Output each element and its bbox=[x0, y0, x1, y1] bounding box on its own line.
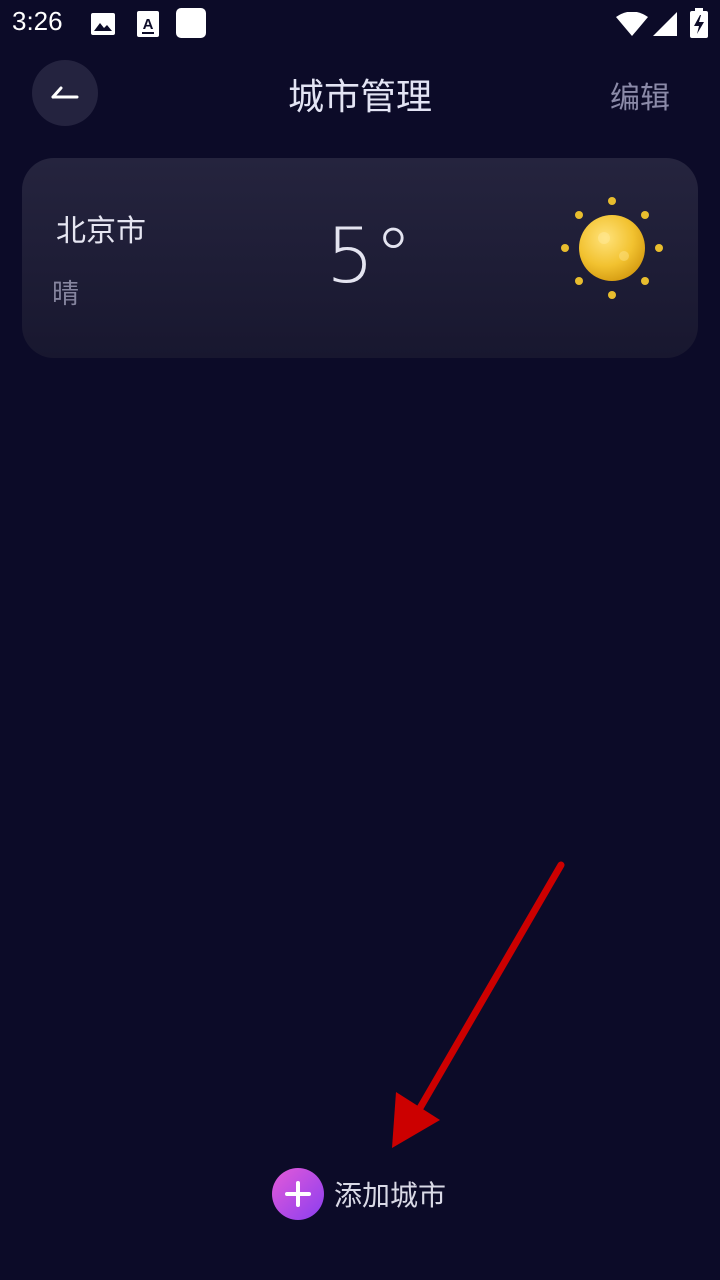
sun-icon bbox=[561, 197, 663, 299]
wifi-icon bbox=[616, 12, 648, 36]
blank-square-icon bbox=[176, 8, 206, 38]
svg-text:A: A bbox=[143, 16, 154, 33]
add-city-label: 添加城市 bbox=[334, 1179, 447, 1212]
plus-icon bbox=[272, 1168, 324, 1220]
status-bar: 3:26 A bbox=[0, 0, 720, 50]
city-management-screen: 3:26 A 城市管理 编辑 北京市 晴 5° 添加城市 bbox=[0, 0, 720, 1280]
city-name: 北京市 bbox=[56, 214, 146, 249]
image-icon bbox=[91, 13, 115, 35]
city-temperature: 5° bbox=[326, 211, 413, 300]
status-time: 3:26 bbox=[12, 6, 63, 36]
edit-button[interactable]: 编辑 bbox=[610, 73, 670, 117]
add-city-button[interactable]: 添加城市 bbox=[272, 1168, 446, 1220]
city-card-beijing[interactable]: 北京市 晴 5° bbox=[22, 158, 698, 358]
city-weather: 晴 bbox=[52, 279, 79, 310]
font-icon: A bbox=[137, 11, 159, 37]
signal-icon bbox=[653, 12, 677, 36]
battery-charging-icon bbox=[690, 8, 708, 38]
